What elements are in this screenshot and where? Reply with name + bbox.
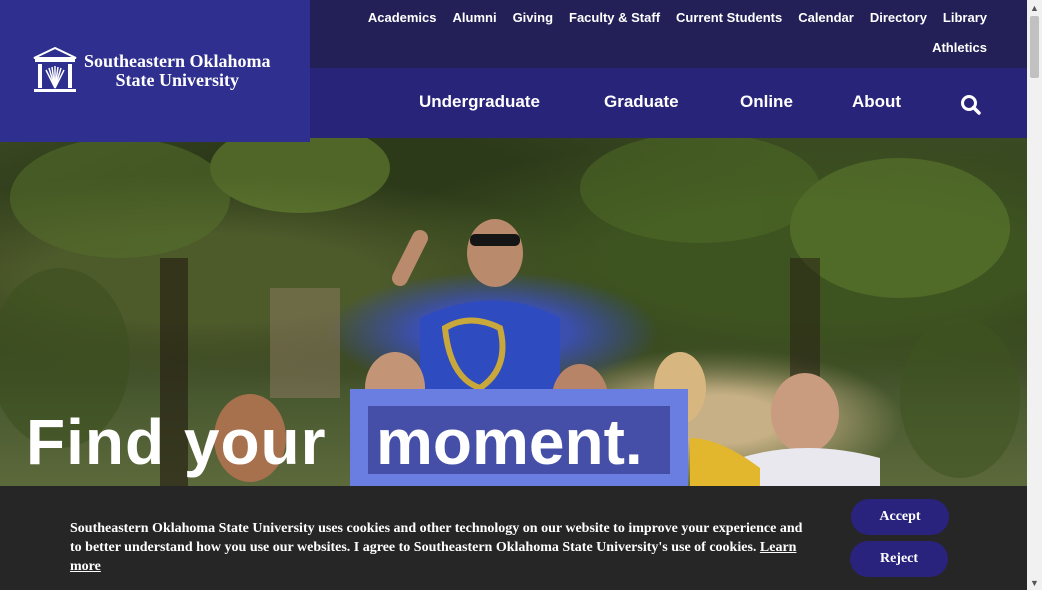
utility-link-calendar[interactable]: Calendar xyxy=(798,10,854,25)
utility-link-library[interactable]: Library xyxy=(943,10,987,25)
utility-nav-bar: Academics Alumni Giving Faculty & Staff … xyxy=(310,0,1027,68)
hero-headline-part1: Find your xyxy=(26,406,327,478)
utility-link-faculty-staff[interactable]: Faculty & Staff xyxy=(569,10,660,25)
hero-banner: Find your moment. xyxy=(0,138,1027,490)
scroll-up-arrow-icon[interactable]: ▲ xyxy=(1027,0,1042,15)
nav-undergraduate[interactable]: Undergraduate xyxy=(419,92,540,112)
utility-nav-row-2: Athletics xyxy=(916,40,987,55)
utility-link-current-students[interactable]: Current Students xyxy=(676,10,782,25)
hero-headline-part2: moment. xyxy=(376,406,643,478)
logo-wordmark: Southeastern Oklahoma State University xyxy=(84,52,271,90)
nav-graduate[interactable]: Graduate xyxy=(604,92,679,112)
page-scrollbar[interactable]: ▲ ▼ xyxy=(1027,0,1042,590)
utility-link-alumni[interactable]: Alumni xyxy=(453,10,497,25)
nav-online[interactable]: Online xyxy=(740,92,793,112)
logo-line-1: Southeastern Oklahoma xyxy=(84,51,271,71)
search-icon[interactable] xyxy=(960,94,982,116)
utility-link-directory[interactable]: Directory xyxy=(870,10,927,25)
cookie-message: Southeastern Oklahoma State University u… xyxy=(70,519,810,576)
cookie-message-text: Southeastern Oklahoma State University u… xyxy=(70,521,803,555)
utility-nav-row-1: Academics Alumni Giving Faculty & Staff … xyxy=(352,10,987,25)
building-columns-icon xyxy=(33,46,77,92)
logo-line-2: State University xyxy=(115,70,239,90)
scrollbar-thumb[interactable] xyxy=(1030,16,1039,78)
main-nav-bar: Undergraduate Graduate Online About xyxy=(310,68,1027,138)
nav-about[interactable]: About xyxy=(852,92,901,112)
scroll-down-arrow-icon[interactable]: ▼ xyxy=(1027,575,1042,590)
accept-button[interactable]: Accept xyxy=(851,499,949,535)
utility-link-giving[interactable]: Giving xyxy=(513,10,553,25)
reject-button[interactable]: Reject xyxy=(850,541,948,577)
cookie-consent-banner: Southeastern Oklahoma State University u… xyxy=(0,486,1027,590)
utility-link-academics[interactable]: Academics xyxy=(368,10,437,25)
university-logo[interactable]: Southeastern Oklahoma State University xyxy=(0,0,310,142)
utility-link-athletics[interactable]: Athletics xyxy=(932,40,987,55)
